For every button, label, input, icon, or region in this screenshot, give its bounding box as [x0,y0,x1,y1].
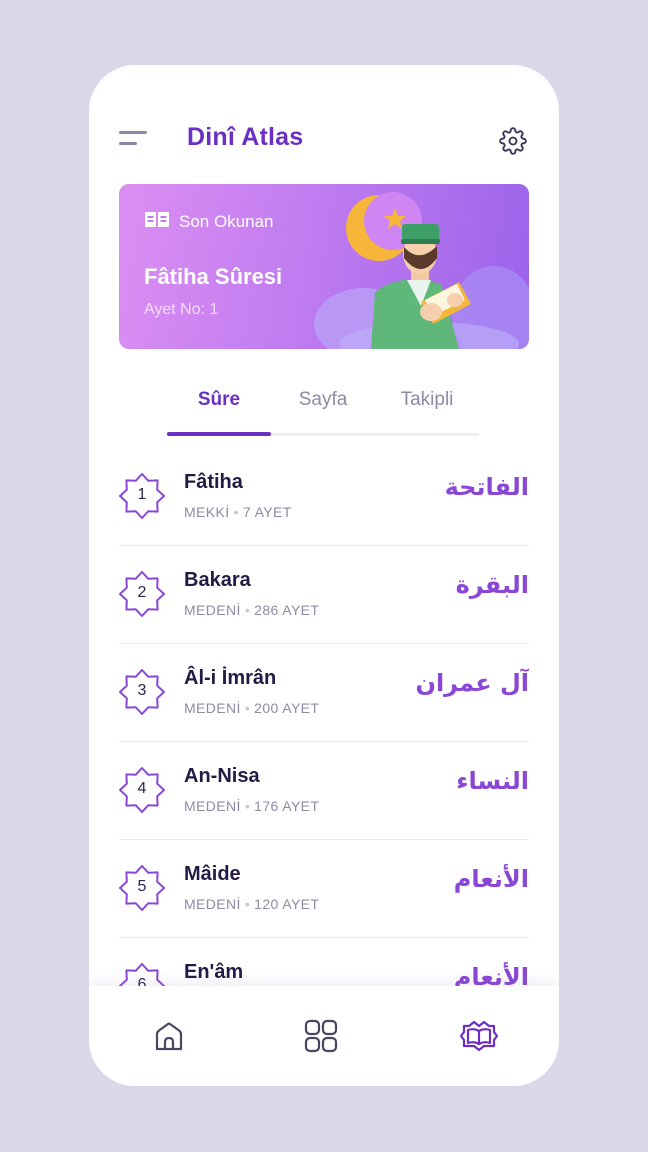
sura-number-badge: 4 [119,767,165,813]
reader-illustration [309,184,529,349]
sura-verse-count: 286 AYET [254,602,320,618]
sura-name: Fâtiha [184,471,243,493]
sura-meta: MEDENİ • 200 AYET [184,700,319,716]
gear-icon[interactable] [499,127,527,155]
tab-bar: Sûre Sayfa Takipli [167,385,479,437]
sura-meta: MEDENİ • 176 AYET [184,798,319,814]
sura-origin: MEDENİ [184,700,241,716]
sura-arabic-name: البقرة [455,571,529,599]
sura-verse-count: 176 AYET [254,798,320,814]
phone-screen: Dinî Atlas Son Okunan Fâtiha Sûresi Ayet… [89,65,559,1086]
sura-number: 1 [137,486,147,503]
meta-separator: • [244,700,251,716]
sura-verse-count: 7 AYET [242,504,292,520]
sura-row[interactable]: 5 Mâide MEDENİ • 120 AYET الأنعام [119,839,529,938]
sura-arabic-name: النساء [456,767,529,795]
sura-number-badge: 2 [119,571,165,617]
sura-number: 3 [137,682,147,699]
sura-row[interactable]: 2 Bakara MEDENİ • 286 AYET البقرة [119,545,529,644]
sura-verse-count: 200 AYET [254,700,320,716]
tab-sayfa[interactable]: Sayfa [271,389,375,411]
sura-number: 5 [137,878,147,895]
sura-name: Bakara [184,569,251,591]
sura-origin: MEDENİ [184,798,241,814]
tab-sure[interactable]: Sûre [167,389,271,411]
app-header: Dinî Atlas [89,65,559,175]
sura-number-badge: 5 [119,865,165,911]
sura-number: 4 [137,780,147,797]
sura-row[interactable]: 4 An-Nisa MEDENİ • 176 AYET النساء [119,741,529,840]
sura-origin: MEDENİ [184,896,241,912]
open-book-icon [144,210,170,233]
last-read-title: Fâtiha Sûresi [144,264,283,289]
last-read-tag: Son Okunan [144,210,274,233]
quran-book-icon[interactable] [459,1016,499,1056]
menu-icon[interactable] [119,131,149,149]
sura-row[interactable]: 6 En'âm الأنعام [119,937,529,987]
sura-origin: MEDENİ [184,602,241,618]
sura-arabic-name: الأنعام [453,865,529,893]
home-icon[interactable] [149,1016,189,1056]
grid-icon[interactable] [301,1016,341,1056]
sura-meta: MEDENİ • 286 AYET [184,602,319,618]
sura-verse-count: 120 AYET [254,896,320,912]
sura-number: 2 [137,584,147,601]
sura-row[interactable]: 1 Fâtiha MEKKİ • 7 AYET الفاتحة [119,447,529,546]
sura-number-badge: 1 [119,473,165,519]
meta-separator: • [244,602,251,618]
sura-number-badge: 3 [119,669,165,715]
meta-separator: • [244,896,251,912]
meta-separator: • [244,798,251,814]
last-read-label: Son Okunan [179,211,274,231]
sura-name: Mâide [184,863,241,885]
sura-row[interactable]: 3 Âl-i İmrân MEDENİ • 200 AYET آل عمران [119,643,529,742]
app-title: Dinî Atlas [187,123,304,151]
last-read-verse: Ayet No: 1 [144,301,219,318]
sura-origin: MEKKİ [184,504,230,520]
meta-separator: • [233,504,239,520]
sura-name: An-Nisa [184,765,260,787]
sura-arabic-name: الأنعام [453,963,529,987]
sura-meta: MEDENİ • 120 AYET [184,896,319,912]
last-read-banner[interactable]: Son Okunan Fâtiha Sûresi Ayet No: 1 [119,184,529,349]
sura-number-badge: 6 [119,963,165,987]
tab-takipli[interactable]: Takipli [375,389,479,411]
sura-name: Âl-i İmrân [184,667,277,689]
sura-meta: MEKKİ • 7 AYET [184,504,292,520]
tab-active-indicator [167,432,271,436]
sura-list[interactable]: 1 Fâtiha MEKKİ • 7 AYET الفاتحة 2 Bakara MEDENİ •… [119,447,529,987]
sura-arabic-name: الفاتحة [444,473,529,501]
bottom-nav [89,986,559,1086]
sura-arabic-name: آل عمران [415,669,529,697]
sura-name: En'âm [184,961,244,983]
